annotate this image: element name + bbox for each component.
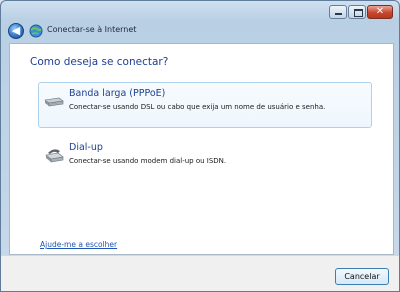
title-bar: ✕ ◀ Conectar-se à Internet <box>1 1 399 39</box>
back-button[interactable]: ◀ <box>8 23 24 39</box>
maximize-icon <box>354 9 363 17</box>
minimize-button[interactable] <box>329 5 347 19</box>
option-broadband-pppoe[interactable]: Banda larga (PPPoE) Conectar-se usando D… <box>38 82 372 128</box>
dialup-phone-icon <box>45 149 64 163</box>
option-title: Banda larga (PPPoE) <box>69 88 166 99</box>
wizard-footer: Cancelar <box>1 255 399 291</box>
close-icon: ✕ <box>375 6 385 17</box>
minimize-icon <box>335 13 342 15</box>
connect-wizard-window: ✕ ◀ Conectar-se à Internet Como deseja s… <box>0 0 400 292</box>
option-title: Dial-up <box>69 142 103 153</box>
close-button[interactable]: ✕ <box>367 5 393 19</box>
window-controls: ✕ <box>328 5 393 19</box>
network-globe-icon <box>29 24 43 38</box>
maximize-button[interactable] <box>348 5 366 19</box>
help-me-choose-link[interactable]: Ajude-me a escolher <box>40 240 117 249</box>
broadband-modem-icon <box>44 97 64 107</box>
back-arrow-icon: ◀ <box>11 24 21 37</box>
page-heading: Como deseja se conectar? <box>30 56 169 68</box>
wizard-content: Como deseja se conectar? Banda larga (PP… <box>9 43 394 255</box>
cancel-button[interactable]: Cancelar <box>335 268 389 285</box>
window-title: Conectar-se à Internet <box>47 25 137 34</box>
option-description: Conectar-se usando modem dial-up ou ISDN… <box>69 157 227 165</box>
option-dialup[interactable]: Dial-up Conectar-se usando modem dial-up… <box>38 136 372 176</box>
option-description: Conectar-se usando DSL ou cabo que exija… <box>69 103 326 111</box>
